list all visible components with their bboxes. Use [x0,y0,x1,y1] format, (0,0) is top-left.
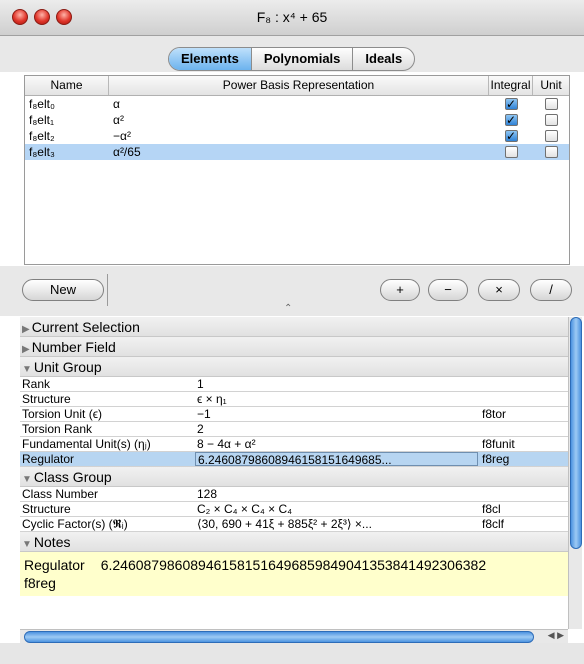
detail-row[interactable]: Structure ϵ × η₁ [20,392,568,407]
vertical-scroll-thumb[interactable] [570,317,582,549]
integral-checkbox[interactable]: ✓ [504,98,518,110]
disclosure-down-icon[interactable]: ▼ [22,364,32,375]
divider [107,274,108,306]
element-name: f₈elt₁ [29,113,55,127]
subtract-button[interactable]: − [428,279,468,301]
column-header-integral[interactable]: Integral [489,76,533,95]
table-row[interactable]: f₈elt₀ α ✓ [25,96,569,112]
details-panel: ▶ Current Selection ▶ Number Field ▼ Unit G… [20,317,568,629]
disclosure-down-icon[interactable]: ▼ [22,474,32,485]
detail-row[interactable]: Structure C₂ × C₄ × C₄ × C₄ f8cl [20,502,568,517]
column-header-unit[interactable]: Unit [533,76,569,95]
detail-row[interactable]: Torsion Rank 2 [20,422,568,437]
vertical-scrollbar[interactable] [568,317,582,629]
disclosure-right-icon[interactable]: ▶ [22,324,30,335]
integral-checkbox[interactable]: ✓ [504,130,518,142]
tab-elements[interactable]: Elements [169,48,252,70]
element-name: f₈elt₀ [29,97,55,111]
integral-checkbox[interactable]: ✓ [504,114,518,126]
title-bar: F₈ : x⁴ + 65 [0,0,584,36]
unit-checkbox[interactable] [544,98,558,110]
detail-row[interactable]: Fundamental Unit(s) (ηⱼ) 8 − 4α + α² f8fun… [20,437,568,452]
table-header: Name Power Basis Representation Integral… [25,76,569,96]
notes-text-area[interactable]: Regulator 6.24608798608946158151649685984… [20,552,568,596]
tab-polynomials[interactable]: Polynomials [252,48,354,70]
table-row[interactable]: f₈elt₁ α² ✓ [25,112,569,128]
column-header-name[interactable]: Name [25,76,109,95]
tab-ideals[interactable]: Ideals [353,48,414,70]
section-class-group[interactable]: ▼ Class Group [20,467,568,487]
scroll-arrows-icon[interactable]: ◀ ▶ [548,630,564,641]
regulator-field[interactable]: 6.24608798608946158151649685... [195,452,478,466]
disclosure-right-icon[interactable]: ▶ [22,344,30,355]
horizontal-scroll-thumb[interactable] [24,631,534,643]
notes-id: f8reg [24,575,56,591]
unit-checkbox[interactable] [544,114,558,126]
element-representation: α² [113,113,124,127]
detail-row-selected[interactable]: Regulator 6.24608798608946158151649685...… [20,452,568,467]
multiply-button[interactable]: × [478,279,520,301]
add-button[interactable]: + [380,279,420,301]
unit-checkbox[interactable] [544,130,558,142]
section-current-selection[interactable]: ▶ Current Selection [20,317,568,337]
section-unit-group[interactable]: ▼ Unit Group [20,357,568,377]
tab-bar: Elements Polynomials Ideals [0,36,584,72]
detail-row[interactable]: Torsion Unit (ϵ) −1 f8tor [20,407,568,422]
integral-checkbox[interactable] [504,146,518,158]
segmented-control: Elements Polynomials Ideals [168,47,416,71]
element-name: f₈elt₃ [29,145,55,159]
detail-row[interactable]: Class Number 128 [20,487,568,502]
column-header-representation[interactable]: Power Basis Representation [109,76,489,95]
element-representation: −α² [113,129,131,143]
action-bar: New + − × / ⌃ [0,266,584,316]
detail-row[interactable]: Rank 1 [20,377,568,392]
unit-checkbox[interactable] [544,146,558,158]
notes-label: Regulator [24,557,85,573]
section-notes[interactable]: ▼ Notes [20,532,568,552]
table-row-selected[interactable]: f₈elt₃ α²/65 [25,144,569,160]
element-representation: α [113,97,120,111]
splitter-handle-icon[interactable]: ⌃ [284,303,292,314]
detail-row[interactable]: Cyclic Factor(s) (𝕽ᵢ) ⟨30, 690 + 41ξ + 88… [20,517,568,532]
horizontal-scrollbar[interactable]: ◀ ▶ [20,629,568,643]
element-representation: α²/65 [113,145,141,159]
new-button[interactable]: New [22,279,104,301]
divide-button[interactable]: / [530,279,572,301]
disclosure-down-icon[interactable]: ▼ [22,539,32,550]
elements-table: Name Power Basis Representation Integral… [24,75,570,265]
notes-value: 6.24608798608946158151649685984904135384… [100,557,487,573]
table-row[interactable]: f₈elt₂ −α² ✓ [25,128,569,144]
window-bottom-bar [0,643,584,664]
window-title: F₈ : x⁴ + 65 [256,9,328,25]
element-name: f₈elt₂ [29,129,55,143]
section-number-field[interactable]: ▶ Number Field [20,337,568,357]
